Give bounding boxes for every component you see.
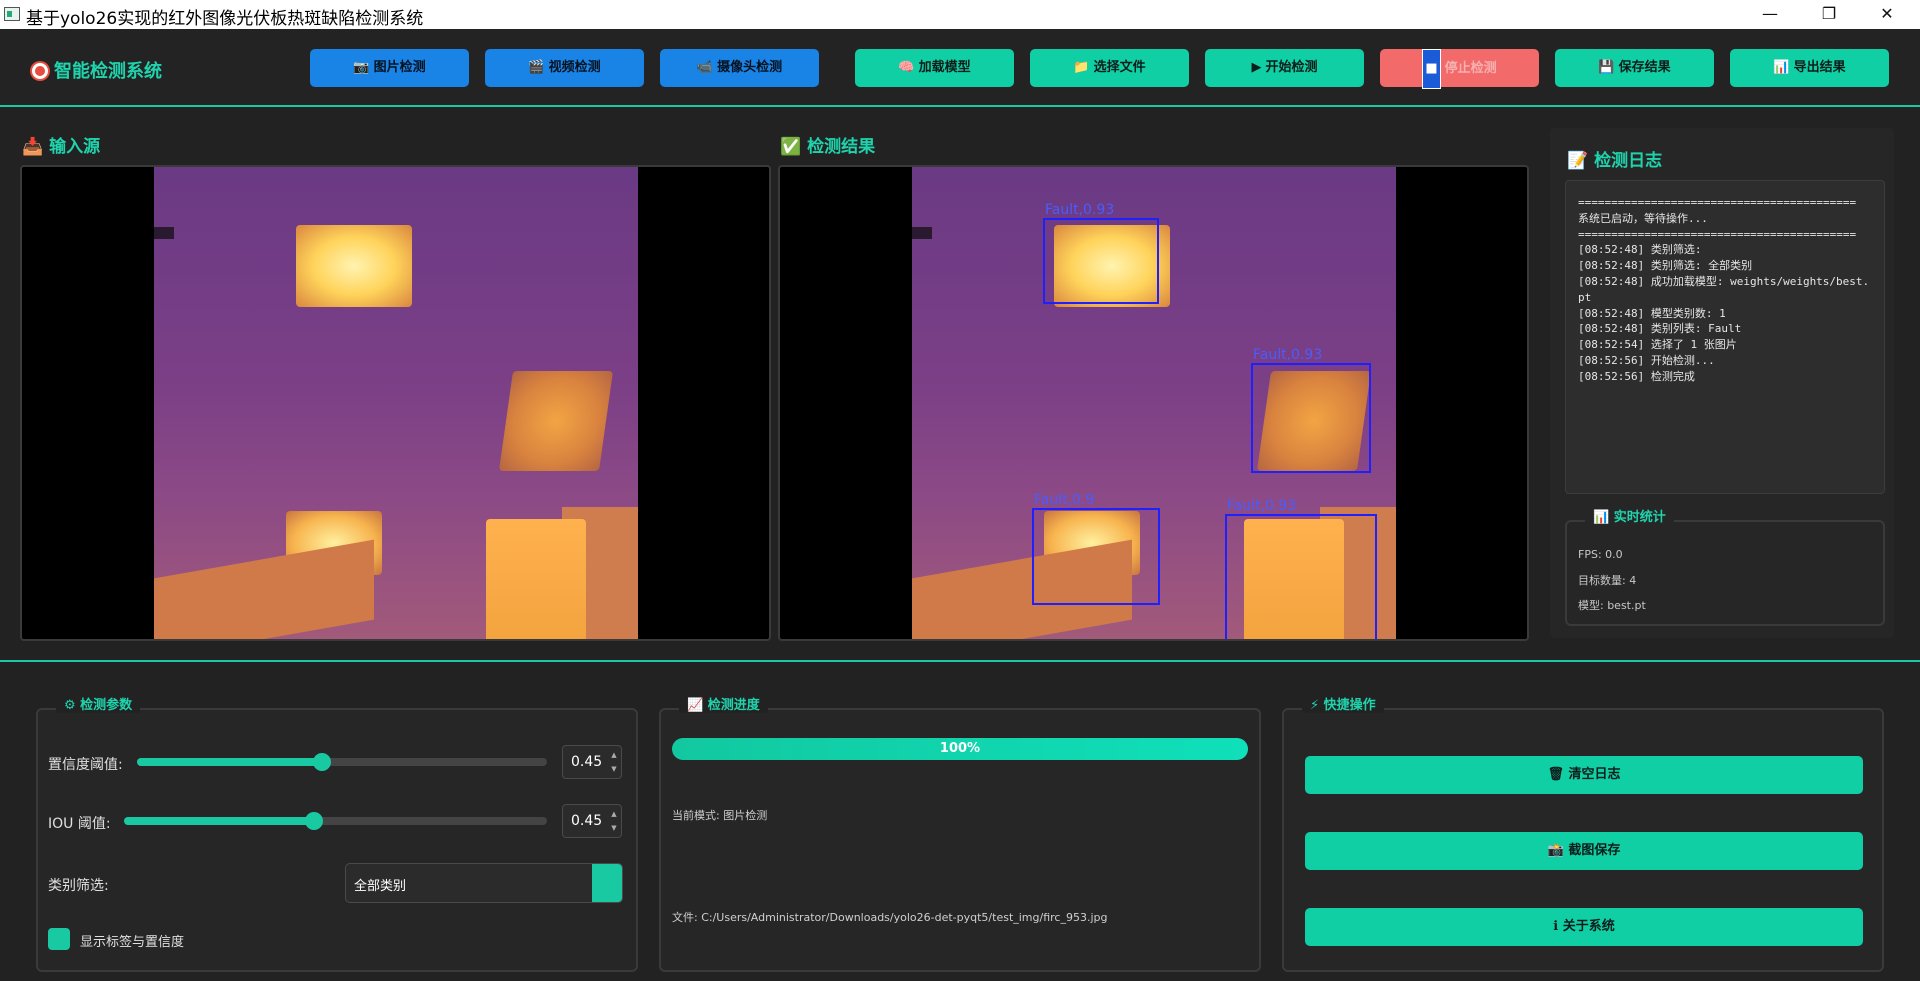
window-title: 基于yolo26实现的红外图像光伏板热斑缺陷检测系统 xyxy=(26,9,424,29)
app-icon xyxy=(4,7,20,21)
log-title: 检测日志 xyxy=(1594,151,1663,171)
log-output[interactable]: ========================================… xyxy=(1565,180,1885,494)
camera-detect-button[interactable]: 📹 摄像头检测 xyxy=(660,49,819,87)
screenshot-save-button[interactable]: 📸 截图保存 xyxy=(1305,832,1863,870)
result-title: 检测结果 xyxy=(807,137,876,157)
result-image-panel: Fault,0.93 Fault,0.93 Fault,0.9 Fault,0.… xyxy=(778,165,1529,641)
confidence-slider-fill xyxy=(137,758,322,766)
current-mode-text: 当前模式: 图片检测 xyxy=(672,809,768,822)
class-filter-select[interactable]: 全部类别 xyxy=(345,863,623,903)
progress-bar: 100% xyxy=(672,738,1248,760)
memo-icon: 📝 xyxy=(1567,151,1589,171)
minimize-button[interactable]: — xyxy=(1747,0,1793,29)
input-thermal-image xyxy=(154,167,638,639)
fps-stat: FPS: 0.0 xyxy=(1578,548,1623,561)
chart-icon: 📊 xyxy=(1773,60,1790,75)
floppy-icon: 💾 xyxy=(1598,60,1615,75)
stop-detect-button[interactable]: ■ 停止检测 xyxy=(1380,49,1539,89)
log-heading: 📝 检测日志 xyxy=(1567,146,1662,171)
detection-box: Fault,0.93 xyxy=(1043,203,1159,304)
clear-log-button[interactable]: 🗑 清空日志 xyxy=(1305,756,1863,794)
detection-box: Fault,0.93 xyxy=(1251,348,1371,473)
detection-box: Fault,0.93 xyxy=(1225,499,1377,639)
dropdown-arrow-icon[interactable] xyxy=(592,864,622,902)
spin-up-icon[interactable]: ▲ xyxy=(609,807,619,821)
image-detect-label: 图片检测 xyxy=(373,60,426,75)
confidence-slider-handle[interactable] xyxy=(312,753,331,771)
close-button[interactable]: ✕ xyxy=(1864,0,1910,29)
progress-title: 📈 检测进度 xyxy=(679,694,768,713)
stats-title: 📊 实时统计 xyxy=(1585,506,1674,525)
main-toolbar: 智能检测系统 📷 图片检测 🎬 视频检测 📹 摄像头检测 🧠 加载模型 📁 选择文件 ▶ 开… xyxy=(0,29,1920,107)
load-model-label: 加载模型 xyxy=(918,60,971,75)
show-labels-label: 显示标签与置信度 xyxy=(80,935,185,950)
about-system-button[interactable]: ℹ 关于系统 xyxy=(1305,908,1863,946)
iou-spinbox[interactable]: 0.45 ▲ ▼ xyxy=(562,804,622,838)
quick-actions-title: ⚡ 快捷操作 xyxy=(1302,694,1384,713)
play-icon: ▶ xyxy=(1251,60,1262,75)
video-detect-label: 视频检测 xyxy=(548,60,601,75)
input-source-heading: 📥 输入源 xyxy=(22,132,100,157)
load-model-button[interactable]: 🧠 加载模型 xyxy=(855,49,1014,87)
iou-label: IOU 阈值: xyxy=(48,816,111,832)
webcam-icon: 📹 xyxy=(696,60,714,75)
brain-icon: 🧠 xyxy=(898,60,915,75)
spin-down-icon[interactable]: ▼ xyxy=(609,821,619,835)
start-detect-label: 开始检测 xyxy=(1265,60,1318,75)
class-filter-value: 全部类别 xyxy=(354,879,407,894)
current-file-text: 文件: C:/Users/Administrator/Downloads/yol… xyxy=(672,911,1108,924)
iou-slider[interactable] xyxy=(124,812,547,830)
model-stat: 模型: best.pt xyxy=(1578,599,1646,612)
confidence-slider[interactable] xyxy=(137,753,547,771)
result-heading: ✅ 检测结果 xyxy=(780,132,875,157)
save-results-label: 保存结果 xyxy=(1618,60,1671,75)
iou-value: 0.45 xyxy=(571,813,603,829)
camera-icon: 📷 xyxy=(353,60,370,75)
start-detect-button[interactable]: ▶ 开始检测 xyxy=(1205,49,1364,87)
spin-up-icon[interactable]: ▲ xyxy=(609,748,619,762)
image-detect-button[interactable]: 📷 图片检测 xyxy=(310,49,469,87)
confidence-label: 置信度阈值: xyxy=(48,757,123,773)
film-icon: 🎬 xyxy=(528,60,545,75)
input-source-title: 输入源 xyxy=(49,137,101,157)
maximize-button[interactable]: ❐ xyxy=(1806,0,1852,29)
class-filter-label: 类别筛选: xyxy=(48,878,109,894)
spin-down-icon[interactable]: ▼ xyxy=(609,762,619,776)
detection-label: Fault,0.9 xyxy=(1034,492,1095,508)
stop-icon: ■ xyxy=(1422,49,1441,89)
brand-title: 智能检测系统 xyxy=(32,57,162,83)
video-detect-button[interactable]: 🎬 视频检测 xyxy=(485,49,644,87)
target-count-stat: 目标数量: 4 xyxy=(1578,574,1637,587)
section-divider xyxy=(0,660,1920,662)
inbox-icon: 📥 xyxy=(22,137,44,157)
detection-box: Fault,0.9 xyxy=(1032,493,1160,605)
window-titlebar: 基于yolo26实现的红外图像光伏板热斑缺陷检测系统 — ❐ ✕ xyxy=(0,0,1920,29)
confidence-value: 0.45 xyxy=(571,754,603,770)
save-results-button[interactable]: 💾 保存结果 xyxy=(1555,49,1714,87)
folder-icon: 📁 xyxy=(1073,60,1090,75)
check-icon: ✅ xyxy=(780,137,802,157)
stop-detect-label: 停止检测 xyxy=(1444,61,1497,76)
select-file-button[interactable]: 📁 选择文件 xyxy=(1030,49,1189,87)
export-results-button[interactable]: 📊 导出结果 xyxy=(1730,49,1889,87)
result-thermal-image: Fault,0.93 Fault,0.93 Fault,0.9 Fault,0.… xyxy=(912,167,1396,639)
detection-label: Fault,0.93 xyxy=(1227,498,1297,514)
detection-label: Fault,0.93 xyxy=(1253,347,1323,363)
export-results-label: 导出结果 xyxy=(1793,60,1846,75)
confidence-spinbox[interactable]: 0.45 ▲ ▼ xyxy=(562,745,622,779)
iou-slider-fill xyxy=(124,817,315,825)
show-labels-checkbox[interactable] xyxy=(48,928,70,950)
detection-label: Fault,0.93 xyxy=(1045,202,1115,218)
input-image-panel xyxy=(20,165,771,641)
select-file-label: 选择文件 xyxy=(1093,60,1146,75)
params-title: ⚙ 检测参数 xyxy=(56,694,141,713)
camera-detect-label: 摄像头检测 xyxy=(717,60,783,75)
target-icon xyxy=(32,63,48,79)
brand-label: 智能检测系统 xyxy=(54,61,162,82)
